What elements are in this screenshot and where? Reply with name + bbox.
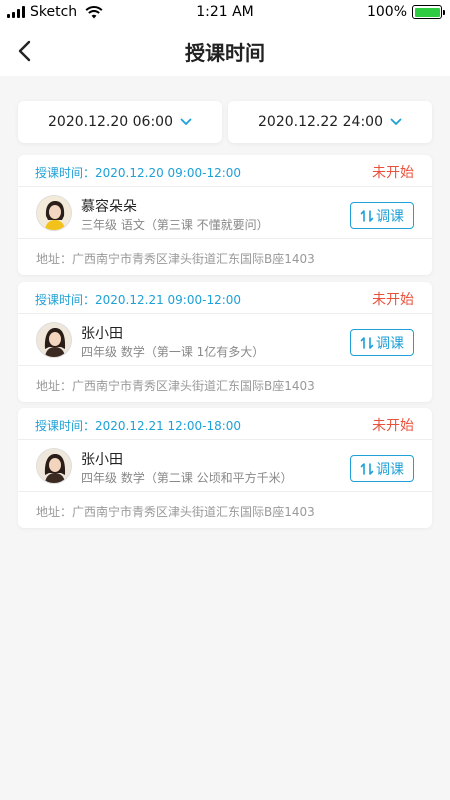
teacher-name: 慕容朵朵 — [81, 199, 137, 215]
lesson-card: 授课时间：2020.12.21 12:00-18:00 未开始 张小田 四年级 … — [18, 408, 432, 528]
lesson-time-label: 授课时间： — [35, 419, 96, 433]
lesson-card: 授课时间：2020.12.20 09:00-12:00 未开始 慕容朵朵 三年级… — [18, 155, 432, 275]
avatar — [36, 448, 72, 484]
teacher-name: 张小田 — [81, 326, 123, 342]
end-date-picker[interactable]: 2020.12.22 24:00 — [228, 101, 432, 143]
swap-icon — [360, 336, 374, 349]
lesson-card: 授课时间：2020.12.21 09:00-12:00 未开始 张小田 四年级 … — [18, 282, 432, 402]
reschedule-label: 调课 — [376, 208, 404, 225]
reschedule-label: 调课 — [376, 335, 404, 352]
lesson-time-label: 授课时间： — [35, 293, 96, 307]
card-header: 授课时间：2020.12.21 12:00-18:00 未开始 — [18, 408, 432, 440]
avatar — [36, 195, 72, 231]
status-right: 100% — [366, 4, 445, 20]
lesson-time: 授课时间：2020.12.21 12:00-18:00 — [35, 417, 241, 434]
card-header: 授课时间：2020.12.20 09:00-12:00 未开始 — [18, 155, 432, 187]
card-body: 慕容朵朵 三年级 语文（第三课 不懂就要问） 调课 — [18, 187, 432, 239]
battery-fill — [414, 7, 440, 17]
start-date-value: 2020.12.20 06:00 — [48, 114, 173, 130]
status-badge: 未开始 — [372, 418, 414, 434]
lesson-time: 授课时间：2020.12.20 09:00-12:00 — [35, 164, 241, 181]
address: 地址：广西南宁市青秀区津头街道汇东国际B座1403 — [36, 505, 315, 519]
reschedule-button[interactable]: 调课 — [350, 202, 414, 229]
chevron-down-icon — [180, 118, 192, 125]
swap-icon — [360, 462, 374, 475]
card-body: 张小田 四年级 数学（第一课 1亿有多大） 调课 — [18, 314, 432, 366]
chevron-down-icon — [390, 118, 402, 125]
card-body: 张小田 四年级 数学（第二课 公顷和平方千米） 调课 — [18, 440, 432, 492]
address: 地址：广西南宁市青秀区津头街道汇东国际B座1403 — [36, 252, 315, 266]
swap-icon — [360, 209, 374, 222]
lesson-time-value: 2020.12.20 09:00-12:00 — [95, 166, 242, 180]
address: 地址：广西南宁市青秀区津头街道汇东国际B座1403 — [36, 379, 315, 393]
avatar — [36, 322, 72, 358]
course-info: 四年级 数学（第二课 公顷和平方千米） — [81, 471, 293, 485]
start-date-picker[interactable]: 2020.12.20 06:00 — [18, 101, 222, 143]
reschedule-button[interactable]: 调课 — [350, 455, 414, 482]
lesson-time: 授课时间：2020.12.21 09:00-12:00 — [35, 291, 241, 308]
battery-icon — [412, 5, 445, 19]
nav-bar: 授课时间 — [0, 26, 450, 76]
status-bar: Sketch 1:21 AM 100% — [0, 0, 450, 26]
page-title: 授课时间 — [185, 41, 265, 65]
reschedule-label: 调课 — [376, 461, 404, 478]
lesson-time-value: 2020.12.21 09:00-12:00 — [95, 293, 242, 307]
end-date-value: 2020.12.22 24:00 — [258, 114, 383, 130]
teacher-name: 张小田 — [81, 452, 123, 468]
battery-percent: 100% — [366, 4, 407, 20]
reschedule-button[interactable]: 调课 — [350, 329, 414, 356]
status-badge: 未开始 — [372, 292, 414, 308]
card-header: 授课时间：2020.12.21 09:00-12:00 未开始 — [18, 282, 432, 314]
status-badge: 未开始 — [372, 165, 414, 181]
lesson-time-label: 授课时间： — [35, 166, 96, 180]
course-info: 三年级 语文（第三课 不懂就要问） — [81, 218, 269, 232]
lesson-time-value: 2020.12.21 12:00-18:00 — [95, 419, 242, 433]
course-info: 四年级 数学（第一课 1亿有多大） — [81, 345, 265, 359]
